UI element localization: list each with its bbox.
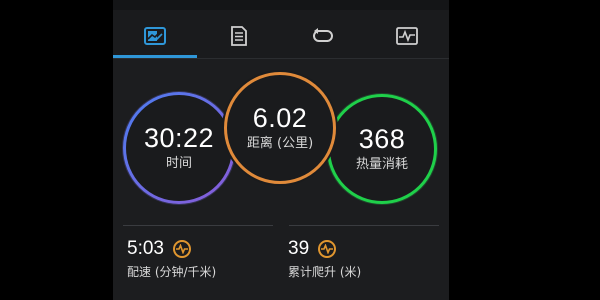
activity-summary-screen: 30:22 时间 368 热量消耗 6.02 距离 (公里) 5:03 配速 (… bbox=[113, 0, 449, 300]
activity-pulse-icon bbox=[172, 240, 191, 258]
time-ring: 30:22 时间 bbox=[123, 92, 235, 204]
distance-ring: 6.02 距离 (公里) bbox=[224, 72, 336, 184]
tab-bar bbox=[113, 14, 449, 58]
ascent-label: 累计爬升 (米) bbox=[288, 265, 362, 279]
ascent-stat: 39 累计爬升 (米) bbox=[288, 237, 361, 281]
time-label: 时间 bbox=[165, 156, 192, 171]
calories-ring: 368 热量消耗 bbox=[327, 94, 437, 204]
calories-label: 热量消耗 bbox=[355, 157, 408, 172]
distance-value: 6.02 bbox=[252, 103, 308, 133]
loop-icon bbox=[312, 28, 334, 44]
status-bar bbox=[113, 0, 449, 10]
time-value: 30:22 bbox=[143, 123, 215, 153]
stats-divider-right bbox=[289, 225, 439, 226]
pace-label: 配速 (分钟/千米) bbox=[127, 265, 217, 279]
distance-label: 距离 (公里) bbox=[246, 136, 314, 151]
pace-stat: 5:03 配速 (分钟/千米) bbox=[127, 237, 216, 281]
tab-charts[interactable] bbox=[365, 14, 449, 58]
stats-divider-left bbox=[123, 225, 273, 226]
ascent-value: 39 bbox=[288, 238, 310, 259]
waveform-icon bbox=[396, 27, 418, 45]
tab-details[interactable] bbox=[197, 14, 281, 58]
activity-pulse-icon bbox=[318, 240, 337, 258]
pace-value: 5:03 bbox=[127, 238, 164, 259]
document-icon bbox=[231, 26, 247, 46]
calories-value: 368 bbox=[358, 124, 406, 154]
tab-overview[interactable] bbox=[113, 14, 197, 58]
tab-laps[interactable] bbox=[281, 14, 365, 58]
chart-icon bbox=[144, 27, 166, 45]
